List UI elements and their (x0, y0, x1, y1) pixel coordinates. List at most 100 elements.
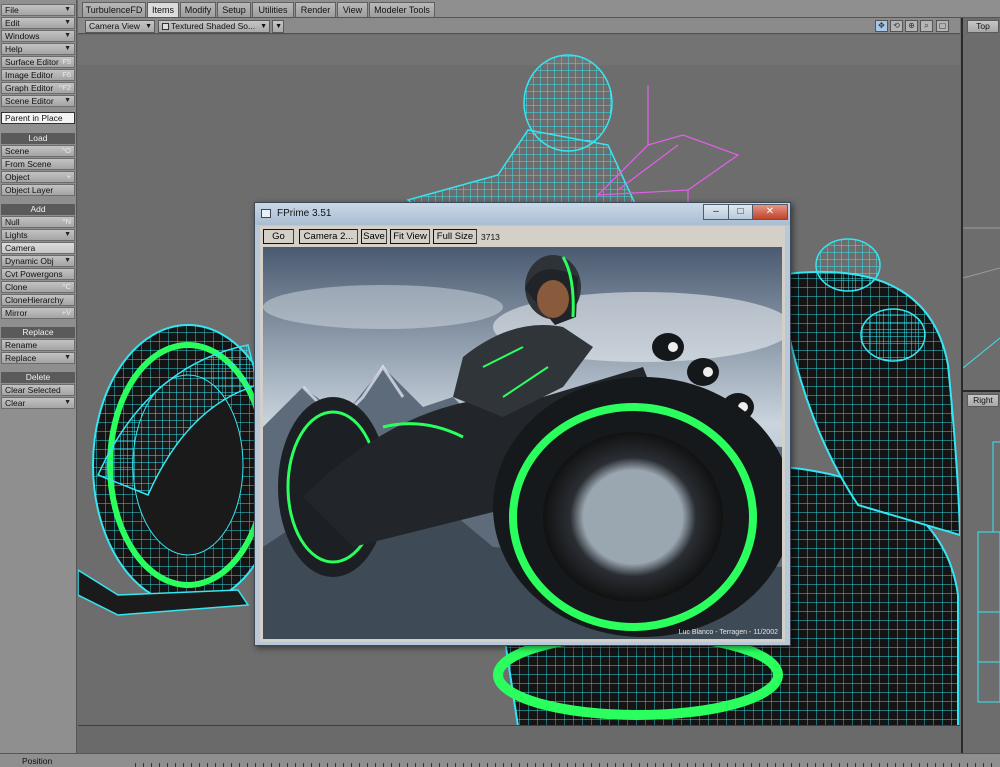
chevron-down-icon: ▼ (64, 45, 71, 52)
close-button[interactable]: ✕ (752, 204, 788, 220)
timeline-ruler[interactable] (135, 763, 995, 767)
chevron-down-icon: ▼ (64, 399, 71, 406)
rename-button[interactable]: Rename (1, 339, 75, 351)
shortcut-label: ^O (61, 146, 71, 155)
tab-items[interactable]: Items (147, 2, 179, 17)
position-label: Position (22, 756, 53, 766)
mirror-button[interactable]: Mirror +V (1, 307, 75, 319)
save-button[interactable]: Save (361, 229, 387, 244)
viewport-options-dropdown[interactable]: ▼ (272, 20, 284, 33)
tab-modify[interactable]: Modify (180, 2, 216, 17)
top-view-label[interactable]: Top (967, 20, 999, 33)
status-bar: Position (0, 753, 1000, 767)
file-menu-button[interactable]: File ▼ (1, 4, 75, 16)
chevron-down-icon: ▼ (145, 23, 152, 30)
top-view-wireframe (963, 227, 1000, 369)
tab-modeler-tools[interactable]: Modeler Tools (369, 2, 435, 17)
add-dynamic-obj-button[interactable]: Dynamic Obj ▼ (1, 255, 75, 267)
left-toolbar: File ▼ Edit ▼ Windows ▼ Help ▼ Surface Edito… (0, 0, 77, 767)
scene-editor-button[interactable]: Scene Editor ▼ (1, 95, 75, 107)
right-view-wireframe (977, 441, 1000, 703)
chevron-down-icon: ▼ (64, 19, 71, 26)
chevron-down-icon: ▼ (64, 6, 71, 13)
right-view-viewport[interactable]: Right (961, 390, 1000, 753)
button-label: Scene (5, 146, 30, 156)
go-button[interactable]: Go (263, 229, 294, 244)
button-label: From Scene (5, 159, 52, 169)
shortcut-label: +V (61, 308, 71, 317)
render-image (263, 247, 782, 639)
maximize-button[interactable]: □ (728, 204, 753, 220)
shortcut-label: ^C (62, 282, 71, 291)
load-object-layer-button[interactable]: Object Layer (1, 184, 75, 196)
clone-hierarchy-button[interactable]: CloneHierarchy (1, 294, 75, 306)
chevron-down-icon: ▼ (64, 354, 71, 361)
button-label: Windows (5, 31, 40, 41)
fprime-body: Go Camera 2... Save Fit View Full Size 3… (260, 226, 785, 642)
fprime-title-bar[interactable]: FPrime 3.51 – □ ✕ (255, 203, 790, 225)
windows-menu-button[interactable]: Windows ▼ (1, 30, 75, 42)
move-view-icon[interactable]: ✥ (875, 20, 888, 32)
edit-menu-button[interactable]: Edit ▼ (1, 17, 75, 29)
help-menu-button[interactable]: Help ▼ (1, 43, 75, 55)
tab-setup[interactable]: Setup (217, 2, 251, 17)
tab-render[interactable]: Render (295, 2, 336, 17)
add-camera-button[interactable]: Camera (1, 242, 75, 254)
tab-turbulencefd[interactable]: TurbulenceFD (82, 2, 146, 17)
tab-view[interactable]: View (337, 2, 368, 17)
render-preview: Luc Blanco - Terragen - 11/2002 (263, 247, 782, 639)
chevron-down-icon: ▼ (64, 32, 71, 39)
dropdown-value: Textured Shaded So... (171, 21, 256, 31)
image-editor-button[interactable]: Image Editor F6 (1, 69, 75, 81)
button-label: Clear Selected (5, 385, 61, 395)
button-label: Mirror (5, 308, 28, 318)
button-label: Object Layer (5, 185, 54, 195)
parent-in-place-toggle[interactable]: Parent in Place (1, 112, 75, 124)
viewport-header: Camera View ▼ Textured Shaded So... ▼ ▼ ✥ … (78, 18, 960, 34)
button-label: Object (5, 172, 30, 182)
add-lights-button[interactable]: Lights ▼ (1, 229, 75, 241)
maximize-viewport-icon[interactable]: ▢ (936, 20, 949, 32)
full-size-button[interactable]: Full Size (433, 229, 477, 244)
clone-button[interactable]: Clone ^C (1, 281, 75, 293)
add-null-button[interactable]: Null ^N (1, 216, 75, 228)
button-label: Clone (5, 282, 28, 292)
right-view-label[interactable]: Right (967, 394, 999, 407)
dropdown-value: Camera View (89, 21, 140, 31)
render-credit: Luc Blanco - Terragen - 11/2002 (678, 629, 778, 636)
viewport-bottom-strip (78, 726, 960, 753)
rotate-view-icon[interactable]: ⟲ (890, 20, 903, 32)
add-section-heading: Add (1, 204, 75, 215)
clear-selected-button[interactable]: Clear Selected (1, 384, 75, 396)
orbit-view-icon[interactable]: ⊕ (905, 20, 918, 32)
load-from-scene-button[interactable]: From Scene (1, 158, 75, 170)
shortcut-label: ^N (62, 217, 71, 226)
button-label: Cvt Powergons (5, 269, 63, 279)
fprime-app-icon (261, 209, 271, 218)
shading-mode-dropdown[interactable]: Textured Shaded So... ▼ (158, 20, 270, 33)
replace-button[interactable]: Replace ▼ (1, 352, 75, 364)
graph-editor-button[interactable]: Graph Editor ^F2 (1, 82, 75, 94)
fprime-title: FPrime 3.51 (277, 208, 332, 219)
cvt-powergons-button[interactable]: Cvt Powergons (1, 268, 75, 280)
exhaust-pod-wireframe (815, 238, 881, 292)
button-label: Help (5, 44, 23, 54)
top-view-viewport[interactable]: Top (961, 18, 1000, 390)
button-label: Edit (5, 18, 20, 28)
clear-button[interactable]: Clear ▼ (1, 397, 75, 409)
minimize-button[interactable]: – (703, 204, 729, 220)
fit-view-button[interactable]: Fit View (390, 229, 430, 244)
button-label: Surface Editor (5, 57, 59, 67)
surface-editor-button[interactable]: Surface Editor F5 (1, 56, 75, 68)
shortcut-label: F5 (62, 57, 71, 66)
lightwave-layout-window: File ▼ Edit ▼ Windows ▼ Help ▼ Surface Edito… (0, 0, 1000, 767)
view-type-dropdown[interactable]: Camera View ▼ (85, 20, 155, 33)
zoom-view-icon[interactable]: ⌕ (920, 20, 933, 32)
load-scene-button[interactable]: Scene ^O (1, 145, 75, 157)
tab-utilities[interactable]: Utilities (252, 2, 294, 17)
load-object-button[interactable]: Object + (1, 171, 75, 183)
button-label: Rename (5, 340, 38, 350)
button-label: Dynamic Obj (5, 256, 54, 266)
toggle-label: Parent in Place (5, 113, 63, 123)
camera-select-button[interactable]: Camera 2... (299, 229, 358, 244)
